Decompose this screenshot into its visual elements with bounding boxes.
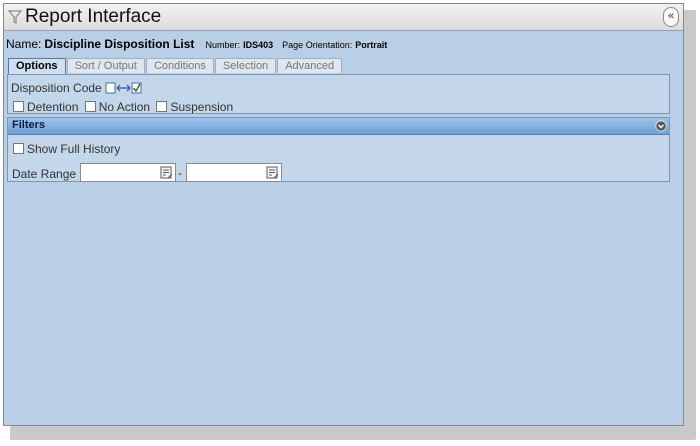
show-full-history-checkbox[interactable]: [13, 143, 24, 154]
checkbox-box[interactable]: [84, 101, 96, 112]
checkbox-suspension[interactable]: Suspension: [156, 100, 233, 114]
date-range-separator: -: [178, 166, 182, 180]
collapse-panel-button[interactable]: «: [663, 7, 679, 27]
date-range-label: Date Range: [12, 167, 77, 181]
page-orientation: Portrait: [355, 40, 388, 50]
options-panel: Disposition Code Detention No Action Sus…: [7, 74, 670, 114]
tab-conditions[interactable]: Conditions: [145, 58, 214, 73]
filters-panel: Filters Show Full History Date Range -: [7, 117, 670, 182]
tab-options[interactable]: Options: [8, 58, 66, 74]
show-full-history-row[interactable]: Show Full History: [13, 142, 120, 156]
disposition-code-row: Disposition Code: [11, 81, 143, 98]
disposition-checkboxes: Detention No Action Suspension: [13, 100, 233, 114]
page-orientation-label: Page Orientation:: [282, 40, 353, 50]
select-toggle-icon[interactable]: [105, 81, 143, 98]
calendar-icon[interactable]: [266, 166, 279, 184]
window-title: Report Interface: [25, 6, 162, 27]
checkbox-detention[interactable]: Detention: [13, 100, 78, 114]
disposition-code-label: Disposition Code: [11, 81, 102, 95]
report-info-bar: Name: Discipline Disposition List Number…: [6, 37, 393, 51]
report-name: Discipline Disposition List: [44, 37, 195, 51]
filters-title: Filters: [12, 119, 46, 131]
title-bar: Report Interface «: [4, 4, 683, 31]
checkbox-box[interactable]: [156, 101, 168, 112]
checkbox-label: Suspension: [170, 100, 234, 114]
report-number-label: Number:: [205, 40, 241, 50]
filter-funnel-icon: [7, 10, 23, 29]
date-to-input[interactable]: [186, 163, 282, 182]
show-full-history-label: Show Full History: [27, 142, 121, 156]
tab-advanced[interactable]: Advanced: [277, 58, 343, 73]
circle-arrow-icon[interactable]: [655, 119, 667, 137]
checkbox-box[interactable]: [13, 101, 24, 112]
report-number: IDS403: [243, 40, 274, 50]
report-name-label: Name:: [6, 37, 42, 51]
report-interface-window: Report Interface « Name: Discipline Disp…: [3, 3, 684, 426]
checkbox-no-action[interactable]: No Action: [84, 100, 151, 114]
checkbox-label: Detention: [27, 100, 79, 114]
tab-bar: Options Sort / Output Conditions Selection A…: [8, 58, 343, 74]
filters-header[interactable]: Filters: [8, 118, 669, 135]
checkbox-label: No Action: [98, 100, 151, 114]
date-from-input[interactable]: [80, 163, 176, 182]
tab-selection[interactable]: Selection: [214, 58, 277, 73]
calendar-icon[interactable]: [160, 166, 173, 184]
tab-sort-output[interactable]: Sort / Output: [66, 58, 145, 73]
